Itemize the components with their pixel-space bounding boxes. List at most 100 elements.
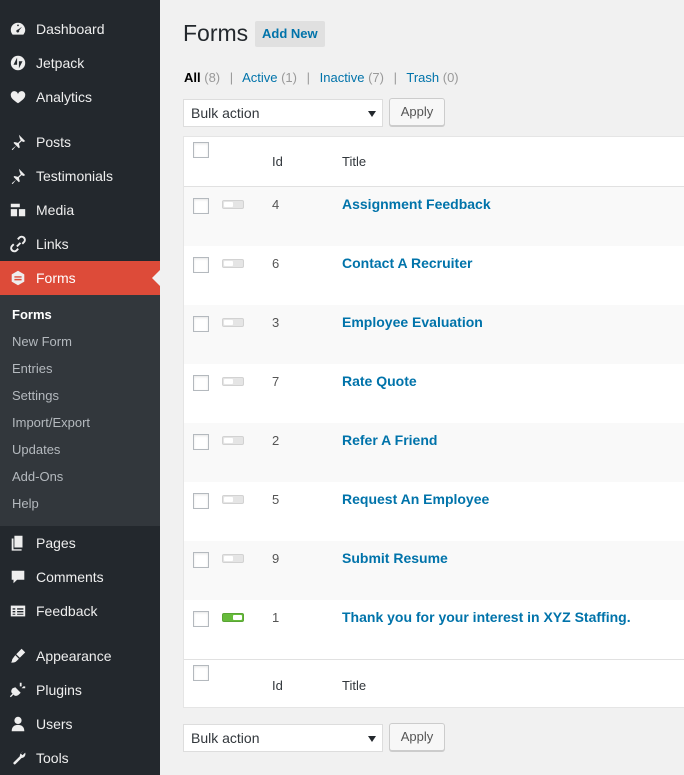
feedback-icon — [0, 602, 36, 620]
dashboard-icon — [0, 20, 36, 38]
row-id: 6 — [272, 256, 280, 271]
row-checkbox[interactable] — [193, 316, 209, 332]
row-title-link[interactable]: Employee Evaluation — [342, 314, 483, 330]
row-title-link[interactable]: Submit Resume — [342, 550, 448, 566]
active-toggle[interactable] — [222, 377, 244, 386]
row-checkbox[interactable] — [193, 257, 209, 273]
submenu-settings[interactable]: Settings — [0, 382, 160, 409]
filter-active[interactable]: Active — [242, 70, 277, 85]
select-all-checkbox[interactable] — [193, 665, 209, 681]
filter-all-count: (8) — [204, 70, 221, 85]
plugins-icon — [0, 681, 36, 699]
filter-all[interactable]: All — [184, 70, 201, 85]
column-id[interactable]: Id — [272, 678, 283, 693]
row-title-link[interactable]: Request An Employee — [342, 491, 489, 507]
table-header: Id Title — [184, 137, 684, 187]
submenu-entries[interactable]: Entries — [0, 355, 160, 382]
row-title-link[interactable]: Thank you for your interest in XYZ Staff… — [342, 609, 631, 625]
menu-label: Plugins — [36, 682, 82, 698]
table-row: 6 Contact A Recruiter — [184, 246, 684, 305]
apply-button-bottom[interactable]: Apply — [389, 723, 445, 751]
filter-inactive[interactable]: Inactive — [320, 70, 365, 85]
active-toggle[interactable] — [222, 436, 244, 445]
menu-label: Comments — [36, 569, 104, 585]
menu-pages[interactable]: Pages — [0, 526, 160, 560]
menu-label: Analytics — [36, 89, 93, 105]
table-row: 9 Submit Resume — [184, 541, 684, 600]
column-title[interactable]: Title — [342, 678, 366, 693]
link-icon — [0, 235, 36, 253]
menu-tools[interactable]: Tools — [0, 741, 160, 775]
table-footer: Id Title — [184, 659, 684, 709]
forms-table: Id Title 4 Assignment Feedback 6 Contact… — [183, 136, 684, 708]
row-checkbox[interactable] — [193, 434, 209, 450]
column-id[interactable]: Id — [272, 154, 283, 169]
column-title[interactable]: Title — [342, 154, 366, 169]
table-row: 3 Employee Evaluation — [184, 305, 684, 364]
active-toggle[interactable] — [222, 200, 244, 209]
menu-label: Users — [36, 716, 73, 732]
active-toggle[interactable] — [222, 495, 244, 504]
menu-links[interactable]: Links — [0, 227, 160, 261]
submenu-new-form[interactable]: New Form — [0, 328, 160, 355]
menu-label: Testimonials — [36, 168, 114, 184]
appearance-icon — [0, 647, 36, 665]
bulk-action-select-bottom[interactable]: Bulk action — [183, 724, 383, 752]
menu-comments[interactable]: Comments — [0, 560, 160, 594]
menu-label: Forms — [36, 270, 76, 286]
menu-jetpack[interactable]: Jetpack — [0, 46, 160, 80]
menu-media[interactable]: Media — [0, 193, 160, 227]
media-icon — [0, 201, 36, 219]
menu-label: Jetpack — [36, 55, 85, 71]
menu-testimonials[interactable]: Testimonials — [0, 159, 160, 193]
tools-icon — [0, 749, 36, 767]
table-row: 7 Rate Quote — [184, 364, 684, 423]
bulk-action-value: Bulk action — [191, 730, 260, 746]
submenu-help[interactable]: Help — [0, 490, 160, 517]
active-toggle[interactable] — [222, 613, 244, 622]
row-title-link[interactable]: Assignment Feedback — [342, 196, 491, 212]
row-title-link[interactable]: Contact A Recruiter — [342, 255, 472, 271]
filter-trash-count: (0) — [442, 70, 459, 85]
row-checkbox[interactable] — [193, 493, 209, 509]
menu-label: Pages — [36, 535, 76, 551]
add-new-button[interactable]: Add New — [255, 21, 325, 47]
row-checkbox[interactable] — [193, 375, 209, 391]
row-title-link[interactable]: Refer A Friend — [342, 432, 437, 448]
submenu-import-export[interactable]: Import/Export — [0, 409, 160, 436]
menu-appearance[interactable]: Appearance — [0, 639, 160, 673]
submenu-updates[interactable]: Updates — [0, 436, 160, 463]
row-id: 7 — [272, 374, 280, 389]
active-toggle[interactable] — [222, 259, 244, 268]
row-checkbox[interactable] — [193, 198, 209, 214]
menu-label: Dashboard — [36, 21, 105, 37]
table-row: 1 Thank you for your interest in XYZ Sta… — [184, 600, 684, 659]
table-row: 4 Assignment Feedback — [184, 187, 684, 246]
row-id: 1 — [272, 610, 280, 625]
menu-plugins[interactable]: Plugins — [0, 673, 160, 707]
active-toggle[interactable] — [222, 318, 244, 327]
filter-trash[interactable]: Trash — [406, 70, 439, 85]
submenu-add-ons[interactable]: Add-Ons — [0, 463, 160, 490]
menu-users[interactable]: Users — [0, 707, 160, 741]
menu-feedback[interactable]: Feedback — [0, 594, 160, 628]
apply-button-top[interactable]: Apply — [389, 98, 445, 126]
row-title-link[interactable]: Rate Quote — [342, 373, 417, 389]
bulk-action-value: Bulk action — [191, 105, 260, 121]
pin-icon — [0, 167, 36, 185]
menu-forms[interactable]: Forms — [0, 261, 160, 295]
row-checkbox[interactable] — [193, 611, 209, 627]
menu-analytics[interactable]: Analytics — [0, 80, 160, 114]
menu-posts[interactable]: Posts — [0, 125, 160, 159]
select-all-checkbox[interactable] — [193, 142, 209, 158]
menu-label: Links — [36, 236, 69, 252]
submenu-forms[interactable]: Forms — [0, 301, 160, 328]
menu-dashboard[interactable]: Dashboard — [0, 12, 160, 46]
bulk-action-select-top[interactable]: Bulk action — [183, 99, 383, 127]
analytics-icon — [0, 88, 36, 106]
filter-separator: | — [229, 70, 234, 85]
row-checkbox[interactable] — [193, 552, 209, 568]
menu-label: Media — [36, 202, 75, 218]
active-toggle[interactable] — [222, 554, 244, 563]
filter-active-count: (1) — [281, 70, 297, 85]
